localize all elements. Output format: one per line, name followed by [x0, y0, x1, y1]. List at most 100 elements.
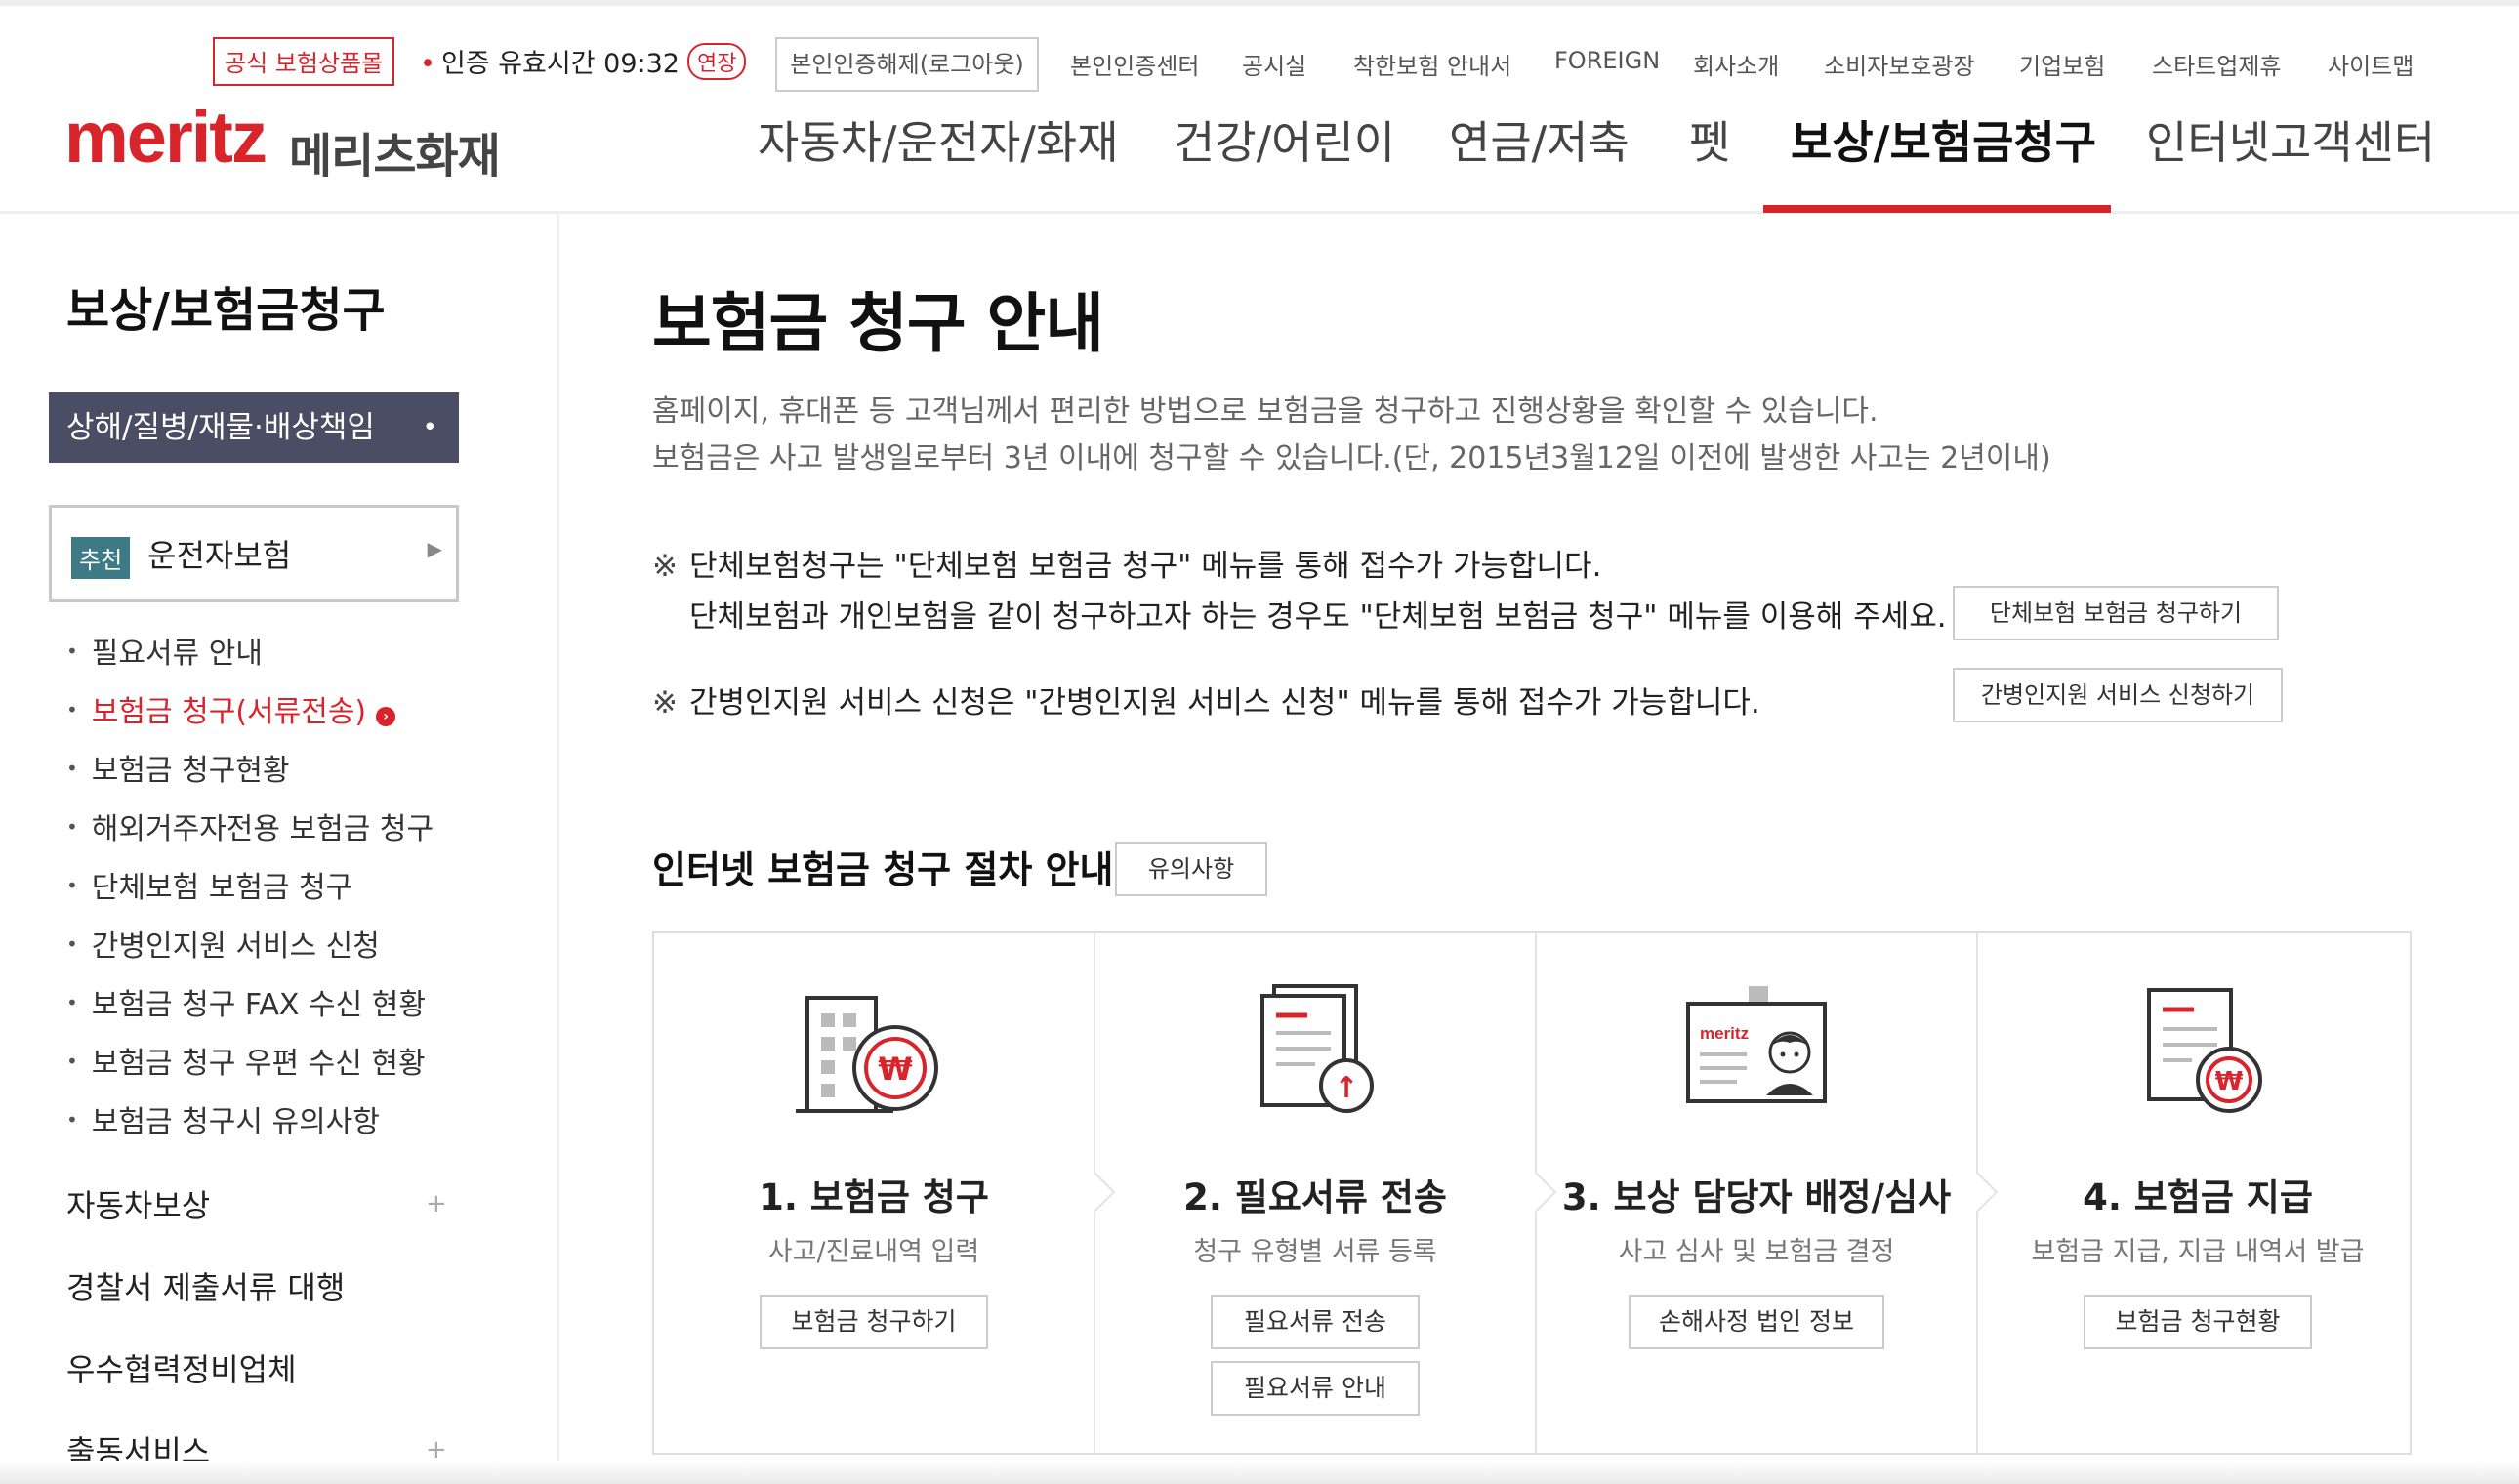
- caregiver-apply-button[interactable]: 간병인지원 서비스 신청하기: [1953, 668, 2283, 722]
- step-claim: ₩ 1. 보험금 청구 사고/진료내역 입력 보험금 청구하기: [654, 933, 1094, 1453]
- group-claim-note-text: 단체보험청구는 "단체보험 보험금 청구" 메뉴를 통해 접수가 가능합니다.: [689, 549, 1602, 584]
- sidebar-active-bullet: •: [422, 413, 437, 442]
- step-title: 1. 보험금 청구: [759, 1176, 989, 1218]
- sidebar-active-section[interactable]: 상해/질병/재물·배상책임 •: [49, 392, 459, 463]
- building-won-icon: ₩: [796, 996, 938, 1113]
- claim-now-button[interactable]: 보험금 청구하기: [760, 1295, 988, 1349]
- page-title: 보험금 청구 안내: [652, 286, 1104, 361]
- sidebar-item-claim-submit[interactable]: • 보험금 청구(서류전송) ›: [66, 687, 396, 730]
- section-title: 인터넷 보험금 청구 절차 안내: [652, 848, 1114, 891]
- sidebar-item-label: 단체보험 보험금 청구: [91, 871, 353, 905]
- sidebar-category-police-docs[interactable]: 경찰서 제출서류 대행: [66, 1263, 345, 1308]
- won-symbol: ₩: [878, 1051, 912, 1088]
- step-title: 2. 필요서류 전송: [1183, 1176, 1447, 1218]
- document-won-icon: ₩: [2147, 988, 2262, 1113]
- caregiver-note-text: 간병인지원 서비스 신청은 "간병인지원 서비스 신청" 메뉴를 통해 접수가 …: [689, 685, 1760, 721]
- group-claim-note: ※ 단체보험청구는 "단체보험 보험금 청구" 메뉴를 통해 접수가 가능합니다.: [652, 541, 1601, 585]
- page-description-2: 보험금은 사고 발생일로부터 3년 이내에 청구할 수 있습니다.(단, 201…: [652, 441, 2051, 475]
- note-mark: ※: [652, 685, 678, 721]
- sidebar-item-documents-guide[interactable]: • 필요서류 안내: [66, 629, 263, 672]
- step-review: meritz 3. 보상 담당자 배정/심사 사고 심사 및 보험금 결정 손해…: [1537, 933, 1976, 1453]
- bullet: •: [66, 1050, 78, 1073]
- util-link-disclosure[interactable]: 공시실: [1242, 47, 1306, 81]
- sidebar-category-auto-claim[interactable]: 자동차보상: [66, 1181, 210, 1226]
- gnb-active-indicator: [1763, 205, 2111, 213]
- step-payment: ₩ 4. 보험금 지급 보험금 지급, 지급 내역서 발급 보험금 청구현황: [1978, 933, 2417, 1453]
- sidebar-item-label: 보험금 청구(서류전송): [91, 695, 367, 729]
- current-indicator-icon: ›: [376, 707, 396, 726]
- sidebar-item-caregiver[interactable]: • 간병인지원 서비스 신청: [66, 922, 380, 965]
- util-link-consumer[interactable]: 소비자보호광장: [1824, 47, 1975, 81]
- bullet: •: [66, 1108, 78, 1132]
- sidebar-item-claim-status[interactable]: • 보험금 청구현황: [66, 746, 290, 789]
- sidebar-item-label: 보험금 청구시 유의사항: [91, 1105, 380, 1139]
- util-link-sitemap[interactable]: 사이트맵: [2328, 47, 2414, 81]
- sidebar-item-group-claim[interactable]: • 단체보험 보험금 청구: [66, 863, 352, 906]
- upload-arrow: ↑: [1334, 1071, 1358, 1105]
- page-description-1: 홈페이지, 휴대폰 등 고객님께서 편리한 방법으로 보험금을 청구하고 진행상…: [652, 394, 1879, 429]
- document-upload-icon: ↑: [1260, 984, 1374, 1113]
- sidebar-active-label: 상해/질병/재물·배상책임: [66, 410, 375, 445]
- cert-dot: •: [420, 49, 435, 79]
- sidebar-item-label: 보험금 청구 FAX 수신 현황: [91, 988, 426, 1022]
- step-description: 사고/진료내역 입력: [767, 1237, 980, 1267]
- sidebar-item-label: 보험금 청구 우편 수신 현황: [91, 1047, 426, 1081]
- bullet: •: [66, 698, 78, 721]
- bullet: •: [66, 639, 78, 663]
- sidebar-item-label: 해외거주자전용 보험금 청구: [91, 812, 434, 846]
- gnb-car-driver-fire[interactable]: 자동차/운전자/화재: [758, 107, 1119, 172]
- cautions-button[interactable]: 유의사항: [1115, 842, 1267, 896]
- sidebar-item-mail-status[interactable]: • 보험금 청구 우편 수신 현황: [66, 1039, 426, 1082]
- sidebar-item-label: 보험금 청구현황: [91, 754, 290, 788]
- gnb-pet[interactable]: 펫: [1689, 107, 1730, 172]
- step-description: 사고 심사 및 보험금 결정: [1618, 1237, 1895, 1267]
- group-claim-note-line2: 단체보험과 개인보험을 같이 청구하고자 하는 경우도 "단체보험 보험금 청구…: [689, 599, 1947, 635]
- bullet: •: [66, 932, 78, 956]
- bullet: •: [66, 815, 78, 839]
- cert-text: 인증 유효시간 09:32: [440, 49, 680, 79]
- claim-steps-panel: ₩ 1. 보험금 청구 사고/진료내역 입력 보험금 청구하기 ↑ 2. 필요서…: [652, 931, 2412, 1455]
- recommend-tag: 추천: [71, 537, 131, 579]
- sidebar-item-label: 필요서류 안내: [91, 637, 263, 671]
- util-link-company[interactable]: 회사소개: [1693, 47, 1779, 81]
- sidebar-category-repair-shops[interactable]: 우수협력정비업체: [66, 1345, 297, 1390]
- group-claim-button[interactable]: 단체보험 보험금 청구하기: [1953, 586, 2279, 640]
- step-description: 보험금 지급, 지급 내역서 발급: [2031, 1237, 2365, 1267]
- sidebar-item-overseas-claim[interactable]: • 해외거주자전용 보험금 청구: [66, 804, 434, 847]
- official-store-badge[interactable]: 공식 보험상품몰: [213, 37, 395, 86]
- logo-korean: 메리츠화재: [289, 129, 501, 184]
- adjuster-info-button[interactable]: 손해사정 법인 정보: [1629, 1295, 1884, 1349]
- util-link-startup[interactable]: 스타트업제휴: [2152, 47, 2281, 81]
- caregiver-note: ※ 간병인지원 서비스 신청은 "간병인지원 서비스 신청" 메뉴를 통해 접수가…: [652, 678, 1760, 721]
- bullet: •: [66, 874, 78, 897]
- step-title: 4. 보험금 지급: [2083, 1176, 2313, 1218]
- send-documents-button[interactable]: 필요서류 전송: [1211, 1295, 1420, 1349]
- note-mark: ※: [652, 549, 678, 584]
- sidebar-item-fax-status[interactable]: • 보험금 청구 FAX 수신 현황: [66, 980, 426, 1023]
- util-link-corporate[interactable]: 기업보험: [2019, 47, 2105, 81]
- site-header: 공식 보험상품몰 • 인증 유효시간 09:32 연장 본인인증해제(로그아웃) 본…: [0, 6, 2519, 214]
- claim-status-button[interactable]: 보험금 청구현황: [2084, 1295, 2312, 1349]
- extend-button[interactable]: 연장: [686, 43, 747, 80]
- util-link-guide[interactable]: 착한보험 안내서: [1353, 47, 1511, 81]
- gnb-customer-center[interactable]: 인터넷고객센터: [2146, 107, 2435, 172]
- bottom-shadow: [0, 1461, 2519, 1484]
- gnb-pension-savings[interactable]: 연금/저축: [1449, 107, 1630, 172]
- step-description: 청구 유형별 서류 등록: [1193, 1237, 1437, 1267]
- sidebar-item-cautions[interactable]: • 보험금 청구시 유의사항: [66, 1097, 380, 1140]
- documents-guide-button[interactable]: 필요서류 안내: [1211, 1361, 1420, 1416]
- step-documents: ↑ 2. 필요서류 전송 청구 유형별 서류 등록 필요서류 전송 필요서류 안…: [1095, 933, 1535, 1453]
- util-link-foreign[interactable]: FOREIGN: [1554, 47, 1660, 74]
- logout-button[interactable]: 본인인증해제(로그아웃): [775, 37, 1039, 92]
- expand-plus-icon[interactable]: +: [426, 1189, 447, 1218]
- util-link-cert-center[interactable]: 본인인증센터: [1070, 47, 1199, 81]
- gnb-claims[interactable]: 보상/보험금청구: [1791, 107, 2096, 172]
- badge-brand: meritz: [1700, 1024, 1749, 1043]
- gnb-health-kids[interactable]: 건강/어린이: [1174, 107, 1395, 172]
- recommend-label: 운전자보험: [147, 537, 292, 574]
- won-symbol: ₩: [2215, 1067, 2244, 1096]
- sidebar-item-label: 간병인지원 서비스 신청: [91, 929, 380, 964]
- cert-timer: • 인증 유효시간 09:32 연장: [420, 42, 747, 80]
- sidebar-title: 보상/보험금청구: [66, 283, 386, 338]
- recommend-box[interactable]: 추천 운전자보험 ▶: [49, 505, 459, 602]
